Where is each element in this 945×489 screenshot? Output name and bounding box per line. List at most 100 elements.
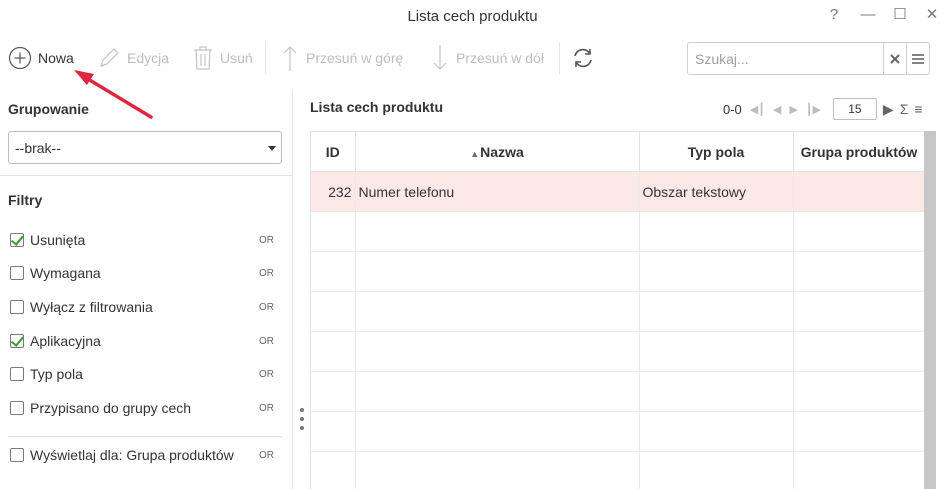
window-title: Lista cech produktu [407,8,538,25]
grouping-select[interactable]: --brak-- [8,131,282,164]
delete-button[interactable]: Usuń [192,40,253,76]
pencil-icon [100,48,119,67]
filter-checkbox[interactable] [10,401,24,415]
empty-row [311,251,924,292]
cell-type: Obszar tekstowy [639,171,794,212]
arrow-down-icon [433,45,447,70]
edit-button[interactable]: Edycja [97,40,169,76]
trash-icon [194,46,212,70]
pager: 0-0 ◀┃ ◀ ▶ ┃▶ 15 ▶ Σ ≡ [723,97,923,121]
clear-icon [890,53,900,64]
first-page-icon[interactable]: ◀┃ [750,103,765,116]
refresh-button[interactable] [571,40,595,76]
filter-label: Aplikacyjna [30,333,101,349]
left-panel: Grupowanie --brak-- Filtry Usunięta OR W… [0,90,293,489]
cell-id: 232 [311,171,356,212]
empty-row [311,371,924,412]
section-divider [8,436,282,437]
refresh-icon [574,48,592,68]
table-row[interactable]: 232 Numer telefonu Obszar tekstowy [311,171,924,212]
filter-required[interactable]: Wymagana OR [10,262,274,284]
or-toggle[interactable]: OR [259,369,274,380]
filter-label: Przypisano do grupy cech [30,400,192,416]
filter-label: Wyłącz z filtrowania [30,299,153,315]
delete-button-label: Usuń [220,50,253,66]
column-menu-icon[interactable]: ≡ [914,101,922,117]
filter-deleted[interactable]: Usunięta OR [10,229,274,251]
column-header-type[interactable]: Typ pola [639,131,794,172]
prev-page-icon[interactable]: ◀ [773,103,781,116]
plus-circle-icon [8,46,32,70]
panel-splitter-handle[interactable] [299,408,305,430]
filter-application[interactable]: Aplikacyjna OR [10,330,274,352]
or-toggle[interactable]: OR [259,450,274,461]
grouping-select-value: --brak-- [15,140,61,156]
or-toggle[interactable]: OR [259,235,274,246]
grid-header-row: ID ▲Nazwa Typ pola Grupa produktów [311,131,924,172]
new-button-label: Nowa [38,50,74,66]
minimize-icon[interactable]: — [857,4,879,26]
edit-button-label: Edycja [127,50,170,66]
column-header-group[interactable]: Grupa produktów [793,131,924,172]
filter-label: Wyświetlaj dla: Grupa produktów [30,447,234,463]
chevron-down-icon [268,146,276,151]
search-input[interactable] [688,43,883,74]
toolbar-divider [559,42,560,74]
sort-asc-icon: ▲ [470,148,480,159]
cell-name: Numer telefonu [355,171,640,212]
section-divider [0,175,293,176]
maximize-icon[interactable]: ☐ [889,4,911,26]
filter-exclude-filtering[interactable]: Wyłącz z filtrowania OR [10,296,274,318]
expand-right-icon[interactable]: ▶ [883,101,894,118]
new-button[interactable]: Nowa [8,40,74,76]
toolbar-divider [265,42,266,74]
filters-heading: Filtry [8,192,43,208]
move-down-button-label: Przesuń w dół [456,50,544,66]
filter-label: Usunięta [30,232,86,248]
cell-group [793,171,924,212]
filter-checkbox[interactable] [10,266,24,280]
filter-display-for[interactable]: Wyświetlaj dla: Grupa produktów OR [10,444,274,466]
list-title: Lista cech produktu [310,99,444,115]
last-page-icon[interactable]: ┃▶ [806,103,821,116]
filter-checkbox[interactable] [10,300,24,314]
empty-row [311,331,924,372]
filter-label: Wymagana [30,265,101,281]
or-toggle[interactable]: OR [259,403,274,414]
search-box [687,42,930,75]
empty-row [311,291,924,332]
filter-checkbox[interactable] [10,448,24,462]
page-size-input[interactable]: 15 [832,98,877,120]
move-up-button-label: Przesuń w górę [306,50,404,66]
or-toggle[interactable]: OR [259,302,274,313]
filter-checkbox[interactable] [10,367,24,381]
next-page-icon[interactable]: ▶ [789,103,797,116]
pager-range: 0-0 [723,101,742,117]
filter-assigned-group[interactable]: Przypisano do grupy cech OR [10,397,274,419]
column-header-name[interactable]: ▲Nazwa [355,131,640,172]
vertical-scrollbar[interactable] [924,131,936,489]
or-toggle[interactable]: OR [259,268,274,279]
title-bar: Lista cech produktu ? — ☐ ✕ [0,0,945,34]
filter-checkbox[interactable] [10,334,24,348]
filter-checkbox[interactable] [10,233,24,247]
sum-icon[interactable]: Σ [900,101,909,117]
column-header-name-label: Nazwa [480,143,524,160]
data-grid: ID ▲Nazwa Typ pola Grupa produktów 232 N… [310,131,924,489]
arrow-up-icon [283,46,297,71]
grouping-heading: Grupowanie [8,101,89,117]
close-icon[interactable]: ✕ [921,4,943,26]
clear-search-button[interactable] [883,43,906,74]
column-header-id[interactable]: ID [311,131,356,172]
help-icon[interactable]: ? [823,4,845,26]
empty-row [311,211,924,252]
empty-row [311,451,924,489]
or-toggle[interactable]: OR [259,336,274,347]
move-down-button[interactable]: Przesuń w dół [430,40,544,76]
empty-row [311,411,924,452]
filter-label: Typ pola [30,366,83,382]
menu-icon [912,53,924,64]
move-up-button[interactable]: Przesuń w górę [280,40,403,76]
search-menu-button[interactable] [906,43,929,74]
filter-field-type[interactable]: Typ pola OR [10,363,274,385]
